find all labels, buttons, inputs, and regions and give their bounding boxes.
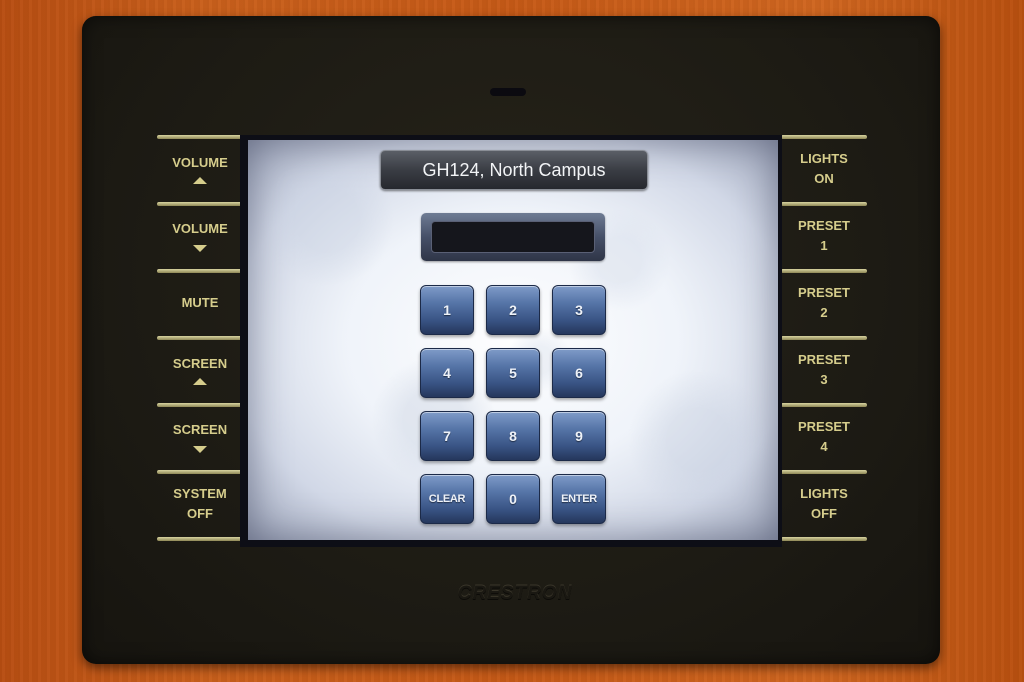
system-off-button[interactable]: SYSTEM OFF — [157, 470, 243, 537]
preset-4-button[interactable]: PRESET 4 — [781, 403, 867, 470]
right-hard-buttons: LIGHTS ON PRESET 1 PRESET 2 PRESET 3 PRE… — [781, 135, 867, 541]
preset-3-button[interactable]: PRESET 3 — [781, 336, 867, 403]
divider — [781, 537, 867, 541]
screen-down-button[interactable]: SCREEN — [157, 403, 243, 470]
button-label-line2: OFF — [811, 505, 837, 521]
button-label: PRESET — [797, 284, 850, 300]
key-0[interactable]: 0 — [486, 474, 540, 524]
button-label: SYSTEM — [173, 485, 227, 501]
key-2[interactable]: 2 — [486, 285, 540, 335]
room-title: GH124, North Campus — [380, 150, 648, 190]
screen-up-button[interactable]: SCREEN — [157, 336, 243, 403]
arrow-up-icon — [193, 378, 207, 385]
arrow-down-icon — [193, 446, 207, 453]
lights-off-button[interactable]: LIGHTS OFF — [781, 470, 867, 537]
divider — [157, 537, 243, 541]
mute-button[interactable]: MUTE — [157, 269, 243, 336]
left-hard-buttons: VOLUME VOLUME MUTE SCREEN SCREEN SYSTEM … — [157, 135, 243, 541]
button-label: LIGHTS — [800, 150, 848, 166]
key-4[interactable]: 4 — [420, 348, 474, 398]
code-entry-box — [421, 213, 605, 261]
key-1[interactable]: 1 — [420, 285, 474, 335]
button-label: LIGHTS — [800, 485, 848, 501]
brand-logo: CRESTRON — [457, 583, 573, 604]
button-label-line2: ON — [814, 170, 834, 186]
lights-on-button[interactable]: LIGHTS ON — [781, 135, 867, 202]
numeric-keypad: 1 2 3 4 5 6 7 8 9 CLEAR 0 ENTER — [420, 285, 606, 524]
button-label: VOLUME — [172, 155, 228, 170]
key-5[interactable]: 5 — [486, 348, 540, 398]
button-label: PRESET — [797, 217, 850, 233]
button-label: VOLUME — [172, 221, 228, 236]
enter-button[interactable]: ENTER — [552, 474, 606, 524]
preset-2-button[interactable]: PRESET 2 — [781, 269, 867, 336]
button-label: SCREEN — [172, 422, 228, 437]
button-label: SCREEN — [172, 356, 228, 371]
button-label-line2: 1 — [820, 237, 828, 253]
button-label: PRESET — [797, 418, 850, 434]
clear-button[interactable]: CLEAR — [420, 474, 474, 524]
touch-screen: GH124, North Campus 1 2 3 4 5 6 7 8 9 CL… — [248, 140, 778, 540]
button-label-line2: OFF — [187, 505, 213, 521]
preset-1-button[interactable]: PRESET 1 — [781, 202, 867, 269]
key-8[interactable]: 8 — [486, 411, 540, 461]
button-label-line2: 3 — [820, 371, 828, 387]
arrow-up-icon — [193, 177, 207, 184]
button-label: MUTE — [181, 294, 219, 310]
key-7[interactable]: 7 — [420, 411, 474, 461]
key-3[interactable]: 3 — [552, 285, 606, 335]
volume-down-button[interactable]: VOLUME — [157, 202, 243, 269]
ir-sensor-window — [490, 88, 526, 96]
key-6[interactable]: 6 — [552, 348, 606, 398]
volume-up-button[interactable]: VOLUME — [157, 135, 243, 202]
arrow-down-icon — [193, 245, 207, 252]
button-label-line2: 2 — [820, 304, 828, 320]
code-entry-display[interactable] — [431, 221, 595, 253]
key-9[interactable]: 9 — [552, 411, 606, 461]
button-label-line2: 4 — [820, 438, 828, 454]
button-label: PRESET — [797, 351, 850, 367]
